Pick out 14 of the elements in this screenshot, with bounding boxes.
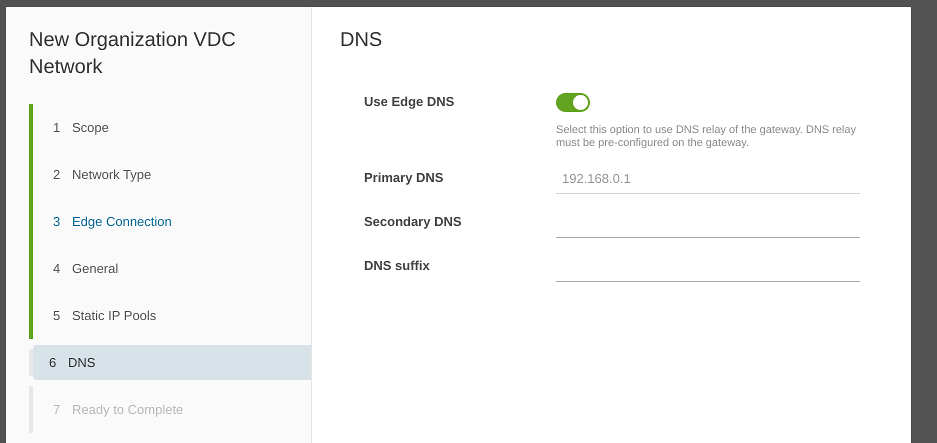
field-label: DNS suffix <box>364 257 431 275</box>
field-label: Secondary DNS <box>364 213 463 231</box>
wizard-title: New Organization VDC Network <box>29 28 237 80</box>
page-title: DNS <box>340 29 384 52</box>
wizard-step[interactable]: 5 Static IP Pools <box>29 292 311 339</box>
help-text: Select this option to use DNS relay of the gateway. DNS relay must be pre-configured on the gateway. <box>556 124 857 150</box>
wizard-step[interactable]: 4 General <box>29 245 311 292</box>
wizard-step[interactable]: 3 Edge Connection <box>29 198 311 245</box>
field-label: Primary DNS <box>364 169 444 187</box>
field-label: Use Edge DNS <box>364 93 456 111</box>
toggle-switch[interactable] <box>556 93 590 112</box>
wizard-step[interactable]: 2 Network Type <box>29 151 311 198</box>
wizard-step[interactable]: 1 Scope <box>29 104 311 151</box>
wizard-step[interactable]: 6 DNS <box>33 345 311 380</box>
